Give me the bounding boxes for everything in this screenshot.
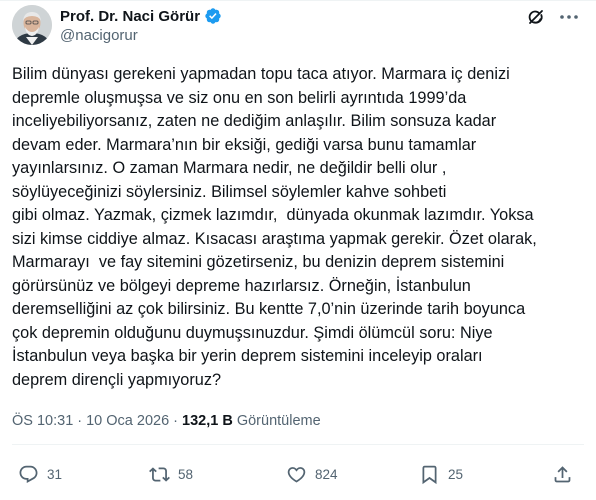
tweet-text-line: deremselliğini az çok bilirsiniz. Bu ken… [12,300,526,318]
verified-badge-icon [204,7,222,25]
author-handle[interactable]: @nacigorur [60,27,138,44]
tweet-text-line: söylüyeceğinizi söylersiniz. Bilimsel sö… [12,182,447,201]
tweet-text-line: Marmarayı ve fay sitemini gözetirseniz, … [12,253,505,271]
tweet-text-line: gibi olmaz. Yazmak, çizmek lazımdır, dün… [12,206,534,224]
author-display-name[interactable]: Prof. Dr. Naci Görür [60,8,200,25]
author-name-line: Prof. Dr. Naci Görür [60,5,222,27]
tweet-text-line: devam eder. Marmara’nın bir eksiği, gedi… [12,135,477,154]
bookmark-count: 25 [448,466,464,482]
tweet-meta: ÖS 10:31 · 10 Oca 2026 · 132,1 B Görüntü… [12,413,321,429]
share-button[interactable] [552,459,573,489]
meta-separator: · [77,413,83,429]
heart-icon [287,466,306,483]
divider [12,444,584,445]
tweet-text-line: yayınlarsınız. O zaman Marmara nedir, ne… [12,159,447,177]
tweet-text-line: Bilim dünyası gerekeni yapmadan topu tac… [12,65,510,83]
reply-count: 31 [47,466,63,482]
meta-separator: · [173,413,178,429]
like-button[interactable]: 824 [286,459,338,489]
reply-button[interactable]: 31 [18,459,62,489]
action-bar: 31 58 824 25 [12,459,584,489]
grok-icon[interactable] [526,7,546,27]
more-horizontal-icon[interactable] [558,7,580,27]
tweet-time[interactable]: ÖS 10:31 [12,413,73,429]
tweet-date[interactable]: 10 Oca 2026 [86,413,169,429]
share-icon [554,465,571,482]
tweet-text-line: depremle oluşmuşsa ve siz onu en son bel… [12,88,467,107]
views-label: Görüntüleme [236,413,321,429]
like-count: 824 [315,466,338,482]
bookmark-button[interactable]: 25 [419,459,463,489]
retweet-icon [149,466,170,482]
reply-icon [19,465,38,483]
tweet-text-line: İstanbulun veya başka bir yerin deprem s… [12,347,483,365]
tweet-text-line: sizi kimse ciddiye almaz. Kısacası araşt… [12,229,537,248]
tweet-text-line: görürsünüz ve bölgeyi depreme hazırlarsı… [12,276,471,295]
retweet-count: 58 [178,466,194,482]
tweet-text-line: inceliyebiliyorsanız, zaten ne dediğim a… [12,112,497,130]
avatar[interactable] [12,5,52,45]
bookmark-icon [422,465,437,484]
tweet-card: Prof. Dr. Naci Görür @nacigorur Bilim dü… [0,0,596,500]
tweet-text-line: çok depremin olduğunu duymuşsınuzdur. Şi… [12,323,493,342]
views-count[interactable]: 132,1 B [182,413,233,429]
tweet-text: Bilim dünyası gerekeni yapmadan topu tac… [12,63,584,392]
tweet-text-line: deprem dirençli yapmıyoruz? [12,370,222,389]
retweet-button[interactable]: 58 [149,459,193,489]
